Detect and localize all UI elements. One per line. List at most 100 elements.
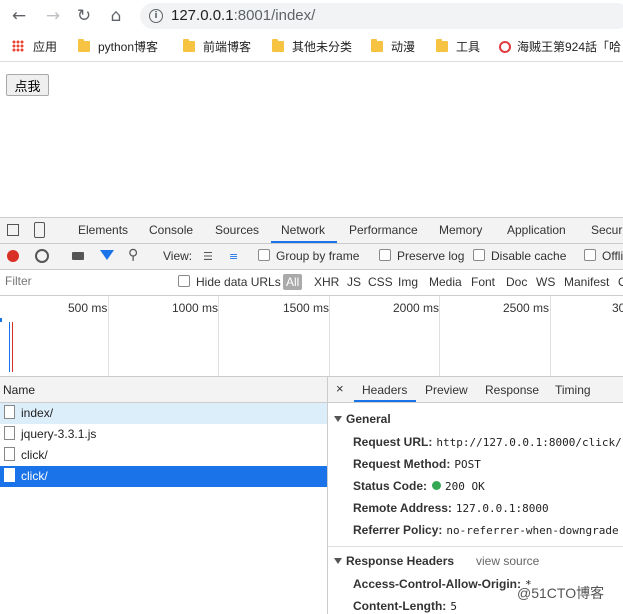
omnibox[interactable]: i 127.0.0.1:8001/index/ (140, 3, 623, 29)
checkbox-label: Group by frame (276, 249, 360, 263)
clear-icon[interactable] (35, 249, 49, 263)
request-list: Name index/ jquery-3.3.1.js click/ click… (0, 377, 328, 614)
record-icon[interactable] (7, 250, 19, 262)
devtools-panel: Elements Console Sources Network Perform… (0, 217, 623, 614)
waterfall-view-icon[interactable]: ≡ (229, 251, 238, 262)
response-headers-section-toggle[interactable]: Response Headers (334, 554, 454, 568)
bookmarks-bar: 应用 python博客 前端博客 其他未分类 动漫 工具 海贼王第924話「哈 (0, 33, 623, 62)
offline-checkbox[interactable]: Offli (584, 249, 623, 263)
request-name: click/ (21, 469, 48, 483)
header-key: Referrer Policy: (353, 523, 443, 537)
checkbox-label: Offli (602, 249, 623, 263)
header-key: Request URL: (353, 435, 433, 449)
bookmark-anime[interactable]: 动漫 (371, 39, 415, 57)
bookmark-tools[interactable]: 工具 (436, 39, 480, 57)
tab-memory[interactable]: Memory (439, 223, 482, 237)
header-access-control-allow-origin: Access-Control-Allow-Origin: * (353, 577, 532, 591)
folder-icon (272, 39, 284, 52)
folder-icon (436, 39, 448, 52)
column-name-header[interactable]: Name (3, 383, 35, 397)
timeline-gridline (329, 296, 330, 376)
group-by-frame-checkbox[interactable]: Group by frame (258, 249, 359, 263)
bookmark-label: 动漫 (391, 40, 416, 54)
network-toolbar: ⚲ View: ☰ ≡ Group by frame Preserve log … (0, 244, 623, 270)
home-icon[interactable]: ⌂ (105, 5, 127, 27)
devtools-tab-bar: Elements Console Sources Network Perform… (0, 218, 623, 244)
filter-type-css[interactable]: CSS (368, 275, 393, 289)
bookmark-other[interactable]: 其他未分类 (272, 39, 352, 57)
filter-type-xhr[interactable]: XHR (314, 275, 339, 289)
view-source-link[interactable]: view source (476, 554, 539, 568)
view-label: View: (163, 249, 193, 263)
request-row[interactable]: click/ (0, 445, 327, 466)
header-value: no-referrer-when-downgrade (446, 524, 619, 537)
tab-network[interactable]: Network (281, 223, 325, 237)
filter-type-doc[interactable]: Doc (506, 275, 527, 289)
header-value: POST (454, 458, 481, 471)
bookmark-apps[interactable]: 应用 (12, 39, 57, 57)
bookmark-label: 工具 (456, 40, 481, 54)
bookmark-label: 应用 (33, 40, 58, 54)
request-row[interactable]: index/ (0, 403, 327, 424)
tab-security[interactable]: Securi (591, 223, 623, 237)
url-host: 127.0.0.1 (171, 7, 234, 24)
tab-preview[interactable]: Preview (425, 383, 468, 397)
tab-performance[interactable]: Performance (349, 223, 418, 237)
bookmark-onepiece[interactable]: 海贼王第924話「哈 (499, 39, 621, 57)
filter-type-img[interactable]: Img (398, 275, 418, 289)
tab-timing[interactable]: Timing (555, 383, 591, 397)
tab-elements[interactable]: Elements (78, 223, 128, 237)
bookmark-frontend-blog[interactable]: 前端博客 (183, 39, 251, 57)
active-tab-indicator (271, 241, 337, 243)
address-bar-row: ← → ↻ ⌂ i 127.0.0.1:8001/index/ (0, 0, 623, 33)
list-view-icon[interactable]: ☰ (203, 251, 213, 262)
filter-type-manifest[interactable]: Manifest (564, 275, 609, 289)
device-toolbar-icon[interactable] (34, 222, 45, 238)
screenshot-camera-icon[interactable] (72, 252, 84, 260)
preserve-log-checkbox[interactable]: Preserve log (379, 249, 464, 263)
active-tab-indicator (354, 400, 416, 402)
network-timeline-overview[interactable]: 500 ms 1000 ms 1500 ms 2000 ms 2500 ms 3… (0, 296, 623, 377)
reload-icon[interactable]: ↻ (73, 5, 95, 27)
request-row-selected[interactable]: click/ (0, 466, 327, 487)
bookmark-python-blog[interactable]: python博客 (78, 39, 158, 57)
filter-type-font[interactable]: Font (471, 275, 495, 289)
search-icon[interactable]: ⚲ (128, 247, 138, 263)
document-icon (4, 468, 15, 482)
section-title: Response Headers (346, 554, 455, 568)
bookmark-label: 其他未分类 (292, 40, 353, 54)
filter-type-media[interactable]: Media (429, 275, 462, 289)
tab-response[interactable]: Response (485, 383, 539, 397)
inspect-element-icon[interactable] (7, 224, 19, 236)
filter-type-ws[interactable]: WS (536, 275, 555, 289)
timeline-tick-label: 30 (612, 301, 623, 315)
checkbox-icon (258, 249, 270, 261)
forward-icon[interactable]: → (42, 5, 64, 27)
timeline-tick-label: 500 ms (68, 301, 108, 315)
general-section-toggle[interactable]: General (334, 412, 391, 426)
tab-console[interactable]: Console (149, 223, 193, 237)
expand-triangle-icon (334, 416, 342, 422)
folder-icon (371, 39, 383, 52)
tab-sources[interactable]: Sources (215, 223, 259, 237)
back-icon[interactable]: ← (8, 5, 30, 27)
disable-cache-checkbox[interactable]: Disable cache (473, 249, 566, 263)
info-icon[interactable]: i (149, 9, 163, 23)
document-icon (4, 405, 15, 419)
timeline-gridline (108, 296, 109, 376)
hide-data-urls-checkbox[interactable]: Hide data URLs (178, 275, 281, 289)
timeline-tick-label: 2500 ms (503, 301, 550, 315)
tab-application[interactable]: Application (507, 223, 566, 237)
filter-icon[interactable] (100, 250, 114, 260)
filter-type-other[interactable]: O (618, 275, 623, 289)
filter-input[interactable] (2, 273, 168, 289)
tab-headers[interactable]: Headers (362, 383, 407, 397)
url-text[interactable]: 127.0.0.1:8001/index/ (171, 7, 315, 24)
click-me-button[interactable]: 点我 (6, 74, 49, 96)
filter-type-all[interactable]: All (283, 274, 303, 290)
close-icon[interactable]: × (336, 381, 344, 396)
site-favicon-icon (499, 41, 511, 53)
folder-icon (78, 39, 90, 52)
filter-type-js[interactable]: JS (347, 275, 361, 289)
request-row[interactable]: jquery-3.3.1.js (0, 424, 327, 445)
